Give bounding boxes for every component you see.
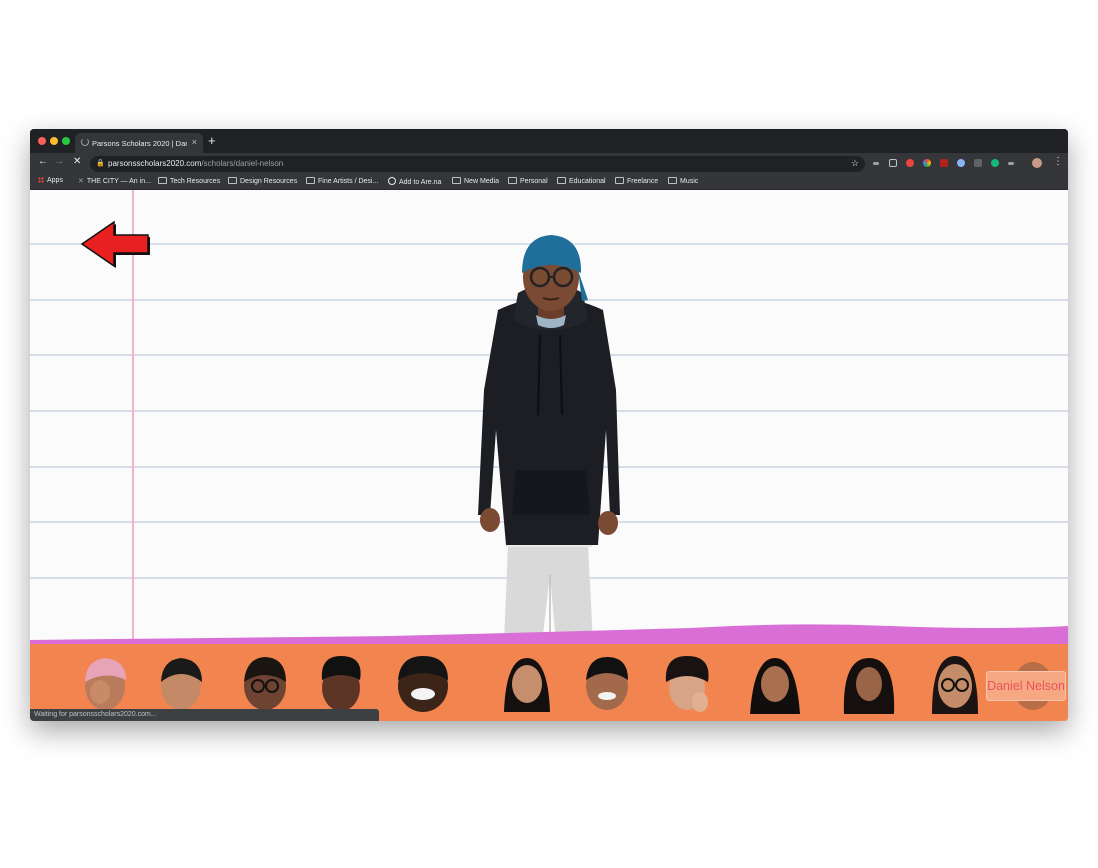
- scholar-face-thumbnail[interactable]: [150, 652, 212, 714]
- page-content: Daniel Nelson Waiting for parsonsscholar…: [30, 190, 1068, 721]
- scholar-face-thumbnail[interactable]: [234, 652, 296, 714]
- loading-spinner-icon: [81, 138, 89, 146]
- apps-grid-icon: [38, 177, 44, 183]
- new-tab-button[interactable]: +: [208, 133, 216, 148]
- minimize-window-button[interactable]: [50, 137, 58, 145]
- folder-icon: [306, 177, 315, 184]
- folder-icon: [508, 177, 517, 184]
- bookmark-apps[interactable]: Apps: [38, 177, 63, 184]
- scholar-face-thumbnail[interactable]: [392, 652, 454, 714]
- back-arrow-icon[interactable]: [80, 218, 152, 270]
- browser-window: Parsons Scholars 2020 | Daniel Nelson × …: [30, 129, 1068, 721]
- tab-strip: Parsons Scholars 2020 | Daniel Nelson × …: [30, 129, 1068, 153]
- folder-icon: [557, 177, 566, 184]
- bookmark-new-media[interactable]: New Media: [452, 177, 499, 185]
- scholar-face-thumbnail[interactable]: [576, 652, 638, 714]
- bookmark-label: Fine Artists / Desi...: [318, 178, 379, 185]
- extension-icon[interactable]: [974, 159, 982, 167]
- bookmark-label: New Media: [464, 178, 500, 185]
- extension-icon[interactable]: [957, 159, 965, 167]
- bookmark-label: THE CITY — An in...: [86, 178, 151, 185]
- bookmark-label: Design Resources: [240, 178, 298, 185]
- close-window-button[interactable]: [38, 137, 46, 145]
- extension-icon[interactable]: [873, 162, 879, 165]
- url-domain: parsonsscholars2020.com: [108, 159, 202, 168]
- scholar-face-thumbnail[interactable]: [74, 652, 136, 714]
- site-icon: ✕: [78, 178, 84, 185]
- bookmark-label: Apps: [47, 177, 63, 184]
- folder-icon: [158, 177, 167, 184]
- bookmark-label: Music: [680, 178, 699, 185]
- profile-avatar-icon[interactable]: [1032, 158, 1042, 168]
- pdf-extension-icon[interactable]: [940, 159, 948, 167]
- tab-close-button[interactable]: ×: [192, 137, 197, 147]
- bookmark-tech-resources[interactable]: Tech Resources: [158, 177, 220, 185]
- bookmark-add-to-arena[interactable]: Add to Are.na: [388, 177, 441, 186]
- scholar-name-tooltip: Daniel Nelson: [986, 671, 1066, 701]
- bookmarks-bar: Apps ✕ THE CITY — An in... Tech Resources…: [30, 175, 1068, 190]
- extension-icon[interactable]: [923, 159, 931, 167]
- extension-icon[interactable]: [889, 159, 897, 167]
- bookmark-label: Educational: [569, 178, 606, 185]
- bookmark-label: Tech Resources: [170, 178, 221, 185]
- folder-icon: [452, 177, 461, 184]
- bookmark-label: Add to Are.na: [399, 179, 442, 186]
- extension-icon[interactable]: [906, 159, 914, 167]
- bookmark-educational[interactable]: Educational: [557, 177, 606, 185]
- extension-icon[interactable]: [991, 159, 999, 167]
- url-text: parsonsscholars2020.com/scholars/daniel-…: [108, 159, 283, 168]
- scholar-face-thumbnail[interactable]: [838, 652, 900, 714]
- url-path: /scholars/daniel-nelson: [201, 159, 284, 168]
- folder-icon: [228, 177, 237, 184]
- lock-icon: 🔒: [96, 160, 105, 167]
- maximize-window-button[interactable]: [62, 137, 70, 145]
- tab-title: Parsons Scholars 2020 | Daniel Nelson: [92, 139, 187, 148]
- scholar-portrait: [478, 235, 620, 643]
- bookmark-freelance[interactable]: Freelance: [615, 177, 658, 185]
- scholar-face-thumbnail[interactable]: [744, 652, 806, 714]
- back-icon[interactable]: ←: [38, 156, 48, 167]
- bookmark-design-resources[interactable]: Design Resources: [228, 177, 297, 185]
- globe-icon: [388, 177, 396, 185]
- menu-dots-icon[interactable]: ⋮: [1053, 156, 1063, 167]
- scholar-face-thumbnail[interactable]: [924, 652, 986, 714]
- bookmark-star-icon[interactable]: ☆: [851, 158, 859, 169]
- scholar-face-thumbnail[interactable]: [656, 652, 718, 714]
- folder-icon: [615, 177, 624, 184]
- bookmark-music[interactable]: Music: [668, 177, 698, 185]
- stop-loading-icon[interactable]: ✕: [73, 156, 81, 167]
- folder-icon: [668, 177, 677, 184]
- address-bar[interactable]: 🔒 parsonsscholars2020.com/scholars/danie…: [90, 156, 865, 172]
- extension-icon[interactable]: [1008, 162, 1014, 165]
- bookmark-the-city[interactable]: ✕ THE CITY — An in...: [78, 177, 151, 185]
- tab-active[interactable]: Parsons Scholars 2020 | Daniel Nelson ×: [75, 133, 203, 153]
- bookmark-label: Freelance: [627, 178, 659, 185]
- bookmark-fine-artists[interactable]: Fine Artists / Desi...: [306, 177, 378, 185]
- scholar-face-thumbnail[interactable]: [496, 652, 558, 714]
- scholar-face-thumbnail[interactable]: [310, 652, 372, 714]
- status-bar: Waiting for parsonsscholars2020.com...: [30, 709, 379, 721]
- bookmark-personal[interactable]: Personal: [508, 177, 548, 185]
- bookmark-label: Personal: [520, 178, 548, 185]
- toolbar: ← → ✕ 🔒 parsonsscholars2020.com/scholars…: [30, 153, 1068, 175]
- forward-icon[interactable]: →: [54, 156, 64, 167]
